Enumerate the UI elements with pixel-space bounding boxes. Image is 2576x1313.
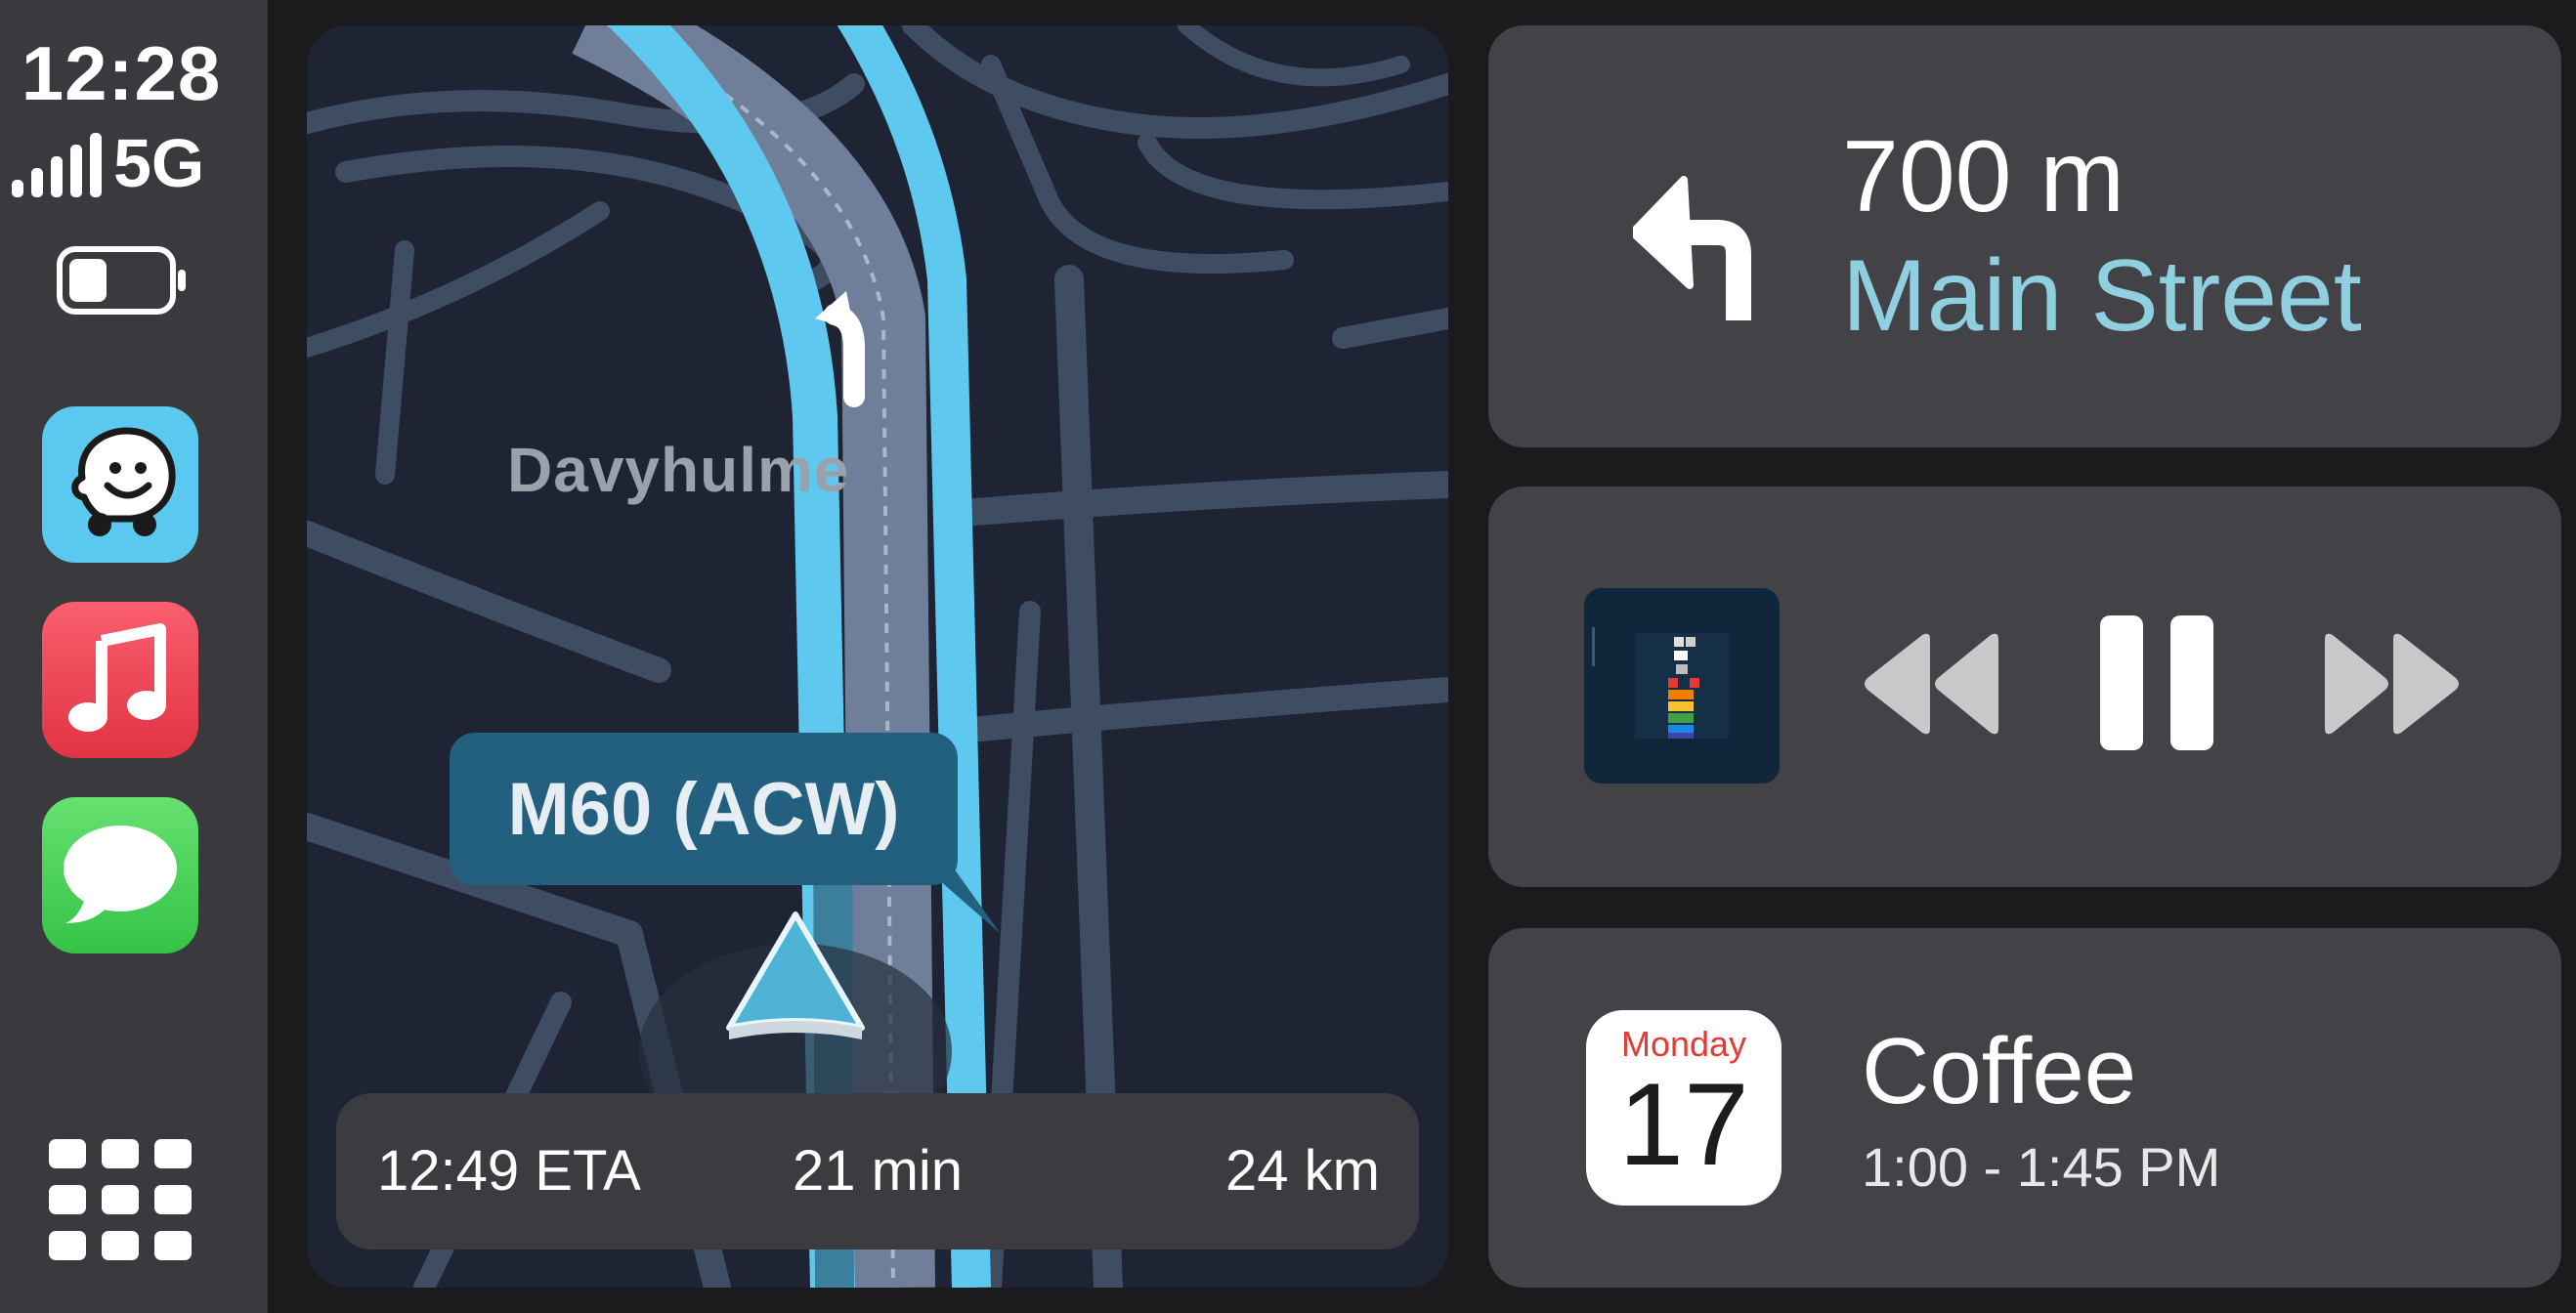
- trip-summary-bar[interactable]: 12:49 ETA 21 min 24 km: [336, 1093, 1419, 1249]
- music-note-icon: [68, 623, 166, 732]
- chat-bubble-icon: [64, 826, 177, 923]
- waze-app-icon[interactable]: [42, 406, 198, 563]
- turn-left-arrow-icon: [1633, 176, 1751, 320]
- album-cover-image: [1584, 588, 1780, 784]
- map-place-label: Davyhulme: [507, 435, 850, 505]
- cellular-status: 5G: [12, 129, 236, 197]
- pause-icon[interactable]: [2096, 614, 2219, 752]
- maneuver-distance: 700 m: [1842, 120, 2125, 233]
- app-grid-icon[interactable]: [49, 1139, 192, 1260]
- now-playing-card: [1488, 487, 2561, 887]
- calendar-icon: Monday 17: [1586, 1010, 1782, 1206]
- messages-app-icon[interactable]: [42, 797, 198, 953]
- navigation-map[interactable]: Davyhulme M60 (ACW) 12:49 ETA 21 min 24 …: [307, 25, 1448, 1288]
- road-label-pointer: [923, 866, 1001, 934]
- navigation-card[interactable]: 700 m Main Street: [1488, 25, 2561, 447]
- event-time: 1:00 - 1:45 PM: [1862, 1136, 2221, 1198]
- trip-distance: 24 km: [1225, 1139, 1380, 1203]
- fast-forward-icon[interactable]: [2317, 629, 2464, 739]
- battery-icon: [57, 246, 186, 315]
- road-name-label: M60 (ACW): [450, 733, 958, 885]
- maneuver-street: Main Street: [1842, 239, 2362, 353]
- rewind-icon[interactable]: [1860, 629, 2006, 739]
- dock-sidebar: 12:28 5G: [0, 0, 268, 1313]
- album-art[interactable]: [1584, 588, 1780, 784]
- music-app-icon[interactable]: [42, 602, 198, 758]
- event-title: Coffee: [1862, 1019, 2137, 1123]
- status-clock: 12:28: [21, 30, 222, 116]
- calendar-date-number: 17: [1618, 1059, 1749, 1190]
- network-type: 5G: [113, 125, 205, 201]
- calendar-card[interactable]: Monday 17 Coffee 1:00 - 1:45 PM: [1488, 928, 2561, 1288]
- waze-icon: [71, 427, 176, 536]
